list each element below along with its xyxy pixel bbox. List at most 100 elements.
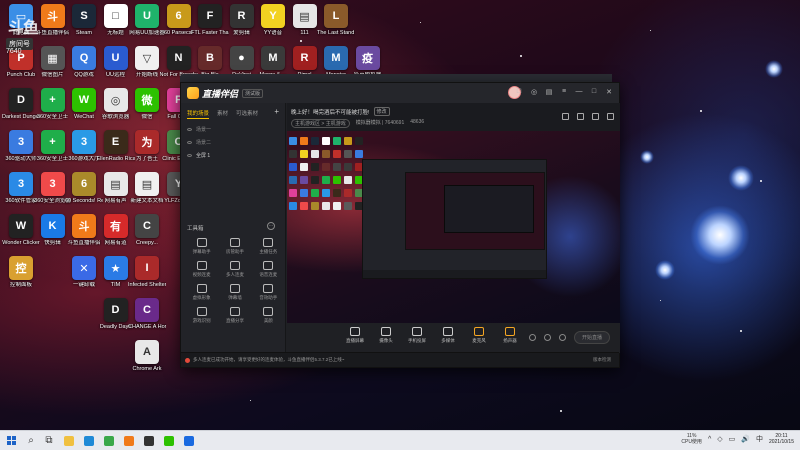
- douyu-icon[interactable]: [124, 435, 134, 446]
- scene-item[interactable]: 全屏 1: [181, 149, 285, 162]
- visibility-icon[interactable]: [187, 128, 192, 131]
- desktop-icon-label: CHANGE A Homeless...: [128, 324, 166, 330]
- toolbox-item[interactable]: 主播任务: [252, 238, 285, 255]
- toolbox-item[interactable]: 房管助手: [218, 238, 251, 255]
- status-message[interactable]: 多人连麦已成功开始，请享受更好的连麦体验，斗鱼直播伴侣5.3.7.2已上线~: [193, 357, 344, 363]
- layout-icon[interactable]: [577, 113, 584, 120]
- app-icon: ★: [103, 256, 128, 280]
- app-icon: I: [135, 256, 159, 280]
- expand-icon[interactable]: [607, 113, 614, 120]
- edge-icon[interactable]: [84, 435, 94, 446]
- app-icon: K: [40, 214, 65, 238]
- desktop-icon[interactable]: I Infected Shelter: [128, 256, 166, 289]
- toolbox-grid: 弹幕助手 房管助手 主播任务视频连麦 多人连麦 语音连麦虚拟形象 弹幕墙 音效助手游戏识别 直…: [185, 238, 285, 324]
- app-icon: R: [229, 4, 254, 28]
- stream-category[interactable]: 主机游戏区 > 主机游戏: [291, 119, 350, 128]
- preview-icon: [355, 150, 363, 158]
- app-icon: ▤: [135, 172, 159, 196]
- desktop-icon[interactable]: 控控制面板: [2, 256, 40, 289]
- microphone-button[interactable]: 麦克风: [469, 327, 489, 344]
- mail-icon[interactable]: [184, 435, 194, 446]
- maximize-icon[interactable]: □: [590, 88, 598, 96]
- desktop-icon[interactable]: C CHANGE A Homeless...: [128, 298, 166, 331]
- preview-icon: [344, 202, 352, 210]
- scene-item[interactable]: 场景二: [181, 136, 285, 149]
- tool-icon: [196, 238, 207, 247]
- desktop-icon[interactable]: C Creepy...: [128, 214, 166, 247]
- app-icon: +: [40, 88, 65, 112]
- phone-cast-button[interactable]: 手机投屏: [407, 327, 427, 344]
- gear-icon[interactable]: [558, 334, 566, 341]
- task-view-icon[interactable]: ⧉: [40, 432, 58, 450]
- stream-preview[interactable]: [287, 131, 620, 323]
- camera-button[interactable]: 摄像头: [376, 327, 396, 344]
- tool-label: 直播分享: [225, 318, 244, 323]
- preview-icon: [333, 202, 341, 210]
- toolbox-item[interactable]: 美颜: [252, 307, 285, 324]
- version-check-link[interactable]: 版本检测: [593, 357, 611, 363]
- lock-icon[interactable]: [562, 113, 569, 120]
- toolbox-item[interactable]: 弹幕墙: [218, 284, 251, 301]
- toolbox-item[interactable]: 多人连麦: [218, 261, 251, 278]
- start-button[interactable]: [0, 436, 22, 445]
- speaker-button[interactable]: 扬声器: [500, 327, 520, 344]
- menu-icon[interactable]: ≡: [560, 88, 568, 96]
- app-icon: D: [103, 298, 128, 322]
- control-icon: [412, 327, 422, 336]
- toolbox-item[interactable]: 游戏识别: [185, 307, 218, 324]
- start-stream-button[interactable]: 开始直播: [573, 331, 610, 344]
- toolbox-item[interactable]: 弹幕助手: [185, 238, 218, 255]
- bell-icon[interactable]: [592, 113, 599, 120]
- eye-icon[interactable]: [543, 334, 551, 341]
- add-scene-button[interactable]: +: [274, 108, 279, 119]
- input-method-icon[interactable]: 中: [756, 434, 763, 444]
- app-icon: Q: [72, 46, 96, 70]
- file-explorer-icon[interactable]: [64, 435, 74, 446]
- app-icon: +: [40, 130, 65, 154]
- minimize-icon[interactable]: —: [575, 88, 583, 96]
- volume-icon[interactable]: 🔊: [741, 435, 750, 443]
- toolbox-item[interactable]: 语音连麦: [252, 261, 285, 278]
- visibility-icon[interactable]: [187, 141, 192, 144]
- visibility-icon[interactable]: [187, 154, 192, 157]
- target-icon[interactable]: ◎: [530, 88, 538, 96]
- camera-settings-icon[interactable]: [528, 334, 536, 341]
- app-icon: W: [9, 214, 33, 238]
- cpu-usage[interactable]: 11% CPU使用: [681, 433, 702, 445]
- tray-overflow-icon[interactable]: ^: [708, 436, 711, 443]
- toolbox-item[interactable]: 直播分享: [218, 307, 251, 324]
- edit-title-button[interactable]: 修改: [373, 107, 390, 116]
- save-icon[interactable]: ▤: [545, 88, 553, 96]
- preview-icon: [322, 189, 330, 197]
- tool-icon: [263, 307, 274, 316]
- desktop-icon[interactable]: L The Last Stand A...: [317, 4, 355, 37]
- window-title-bar[interactable]: 直播伴侣 测试版 □ ◎ ▤ ≡ — □ ✕: [181, 83, 619, 103]
- multimedia-button[interactable]: 多媒体: [438, 327, 458, 344]
- battery-icon[interactable]: ▭: [729, 435, 736, 443]
- scene-item[interactable]: 场景一: [181, 123, 285, 136]
- version-tag[interactable]: 测试版: [242, 88, 264, 98]
- chrome-icon[interactable]: [104, 435, 114, 446]
- clock[interactable]: 20:11 2021/10/15: [769, 433, 794, 445]
- app-icon: U: [103, 46, 128, 70]
- tab-optional-materials[interactable]: 可选素材: [236, 109, 258, 119]
- scene-label: 场景二: [196, 140, 212, 146]
- search-icon[interactable]: ⌕: [22, 432, 40, 450]
- screen-record-icon[interactable]: □: [515, 88, 523, 96]
- app-logo-icon: [187, 87, 199, 99]
- toolbox-more-button[interactable]: ···: [267, 222, 275, 230]
- obs-icon[interactable]: [144, 435, 154, 446]
- toolbox-item[interactable]: 视频连麦: [185, 261, 218, 278]
- tab-materials[interactable]: 素材: [217, 109, 228, 119]
- stream-overlay-logo: 斗鱼: [8, 20, 39, 37]
- screen-capture-button[interactable]: 直播屏幕: [345, 327, 365, 344]
- wechat-icon[interactable]: [164, 435, 174, 446]
- desktop-icon-label: Creepy...: [136, 240, 158, 246]
- tab-my-scenes[interactable]: 我的场景: [187, 109, 210, 119]
- desktop-icon[interactable]: A Chrome Ark: [128, 340, 166, 373]
- toolbox-item[interactable]: 虚拟形象: [185, 284, 218, 301]
- close-icon[interactable]: ✕: [605, 88, 613, 96]
- toolbox-item[interactable]: 音效助手: [252, 284, 285, 301]
- tool-label: 多人连麦: [225, 272, 244, 277]
- network-icon[interactable]: ◇: [717, 435, 722, 443]
